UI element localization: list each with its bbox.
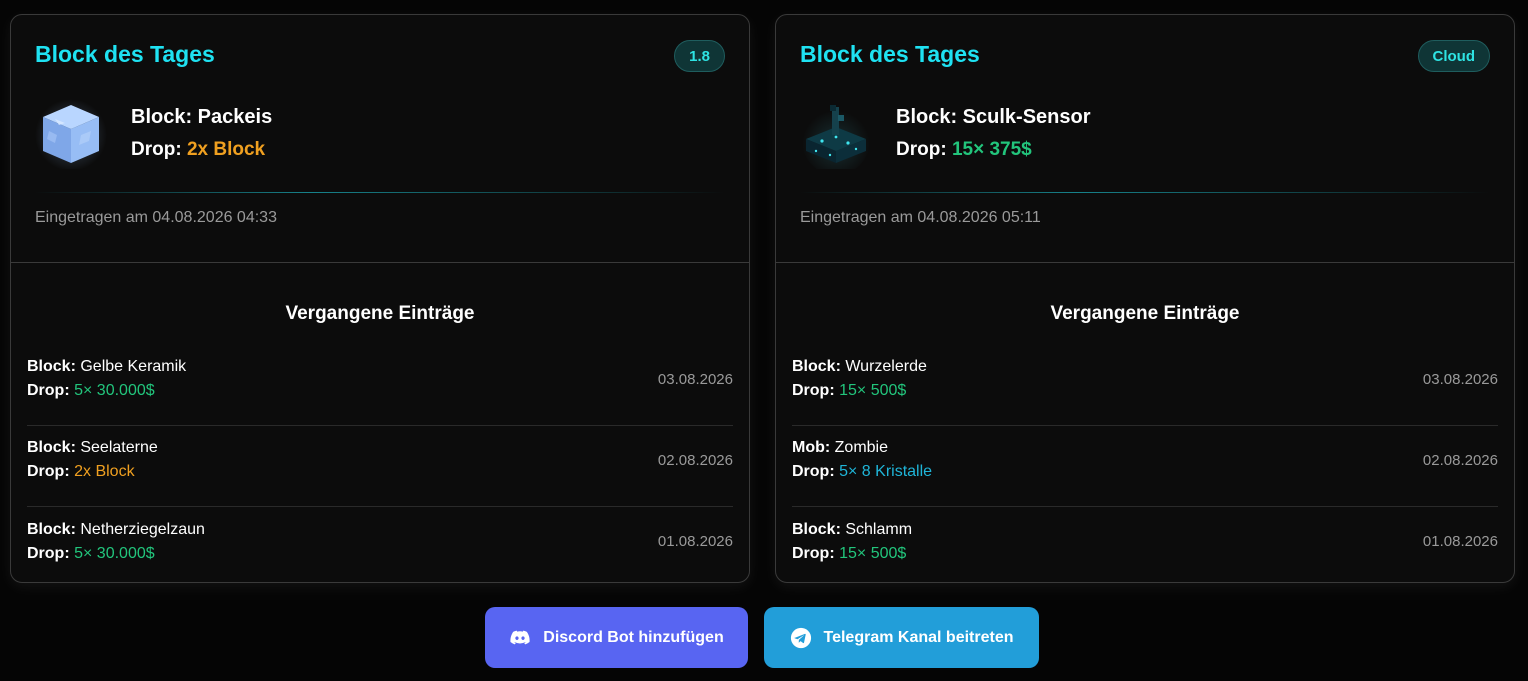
list-item: Block: Schlamm Drop: 15× 500$ 01.08.2026: [792, 507, 1498, 582]
version-badge: Cloud: [1417, 40, 1490, 72]
entry-type: Block:: [27, 520, 76, 538]
entry-drop-label: Drop:: [27, 382, 70, 399]
entry-name: Gelbe Keramik: [80, 358, 187, 375]
past-entries-list: Block: Wurzelerde Drop: 15× 500$ 03.08.2…: [776, 325, 1514, 582]
discord-button-label: Discord Bot hinzufügen: [543, 628, 724, 646]
version-badge: 1.8: [674, 40, 725, 72]
drop-label: Drop:: [131, 138, 182, 160]
drop-label: Drop:: [896, 138, 947, 160]
entry-name: Zombie: [834, 439, 889, 456]
list-item: Block: Netherziegelzaun Drop: 5× 30.000$…: [27, 507, 733, 582]
past-entries-title: Vergangene Einträge: [285, 303, 475, 324]
telegram-icon: [790, 627, 812, 649]
entry-drop: 5× 8 Kristalle: [839, 463, 933, 480]
entry-drop-label: Drop:: [792, 544, 835, 562]
entry-type: Block:: [27, 358, 76, 375]
entry-date: 01.08.2026: [657, 533, 733, 550]
entry-drop: 15× 500$: [839, 544, 907, 562]
today-section: Block des Tages Cloud Block: Sculk-Senso…: [776, 15, 1514, 263]
entry-name: Seelaterne: [80, 439, 158, 456]
action-buttons: Discord Bot hinzufügen Telegram Kanal be…: [485, 607, 1039, 668]
past-entries-list: Block: Gelbe Keramik Drop: 5× 30.000$ 03…: [11, 325, 749, 582]
cards-container: Block des Tages 1.8 Block: Packeis Drop:…: [10, 14, 1515, 583]
entered-timestamp: Eingetragen am 04.08.2026 05:11: [800, 209, 1041, 226]
entry-name: Wurzelerde: [845, 358, 927, 375]
today-section: Block des Tages 1.8 Block: Packeis Drop:…: [11, 15, 749, 263]
packed-ice-icon: [35, 97, 107, 171]
entry-drop: 2x Block: [74, 463, 135, 480]
telegram-button-label: Telegram Kanal beitreten: [823, 628, 1014, 646]
today-block: Block: Packeis Drop: 2x Block: [35, 97, 272, 171]
entry-type: Mob:: [792, 439, 831, 456]
entry-drop: 5× 30.000$: [74, 382, 155, 399]
card-title: Block des Tages: [800, 41, 980, 67]
drop-value: 15× 375$: [951, 138, 1032, 160]
drop-line: Drop: 2x Block: [131, 139, 272, 161]
today-block-info: Block: Sculk-Sensor Drop: 15× 375$: [896, 106, 1091, 161]
sculk-sensor-icon: [800, 97, 872, 175]
discord-bot-button[interactable]: Discord Bot hinzufügen: [485, 607, 748, 668]
drop-line: Drop: 15× 375$: [896, 139, 1091, 161]
entry-type: Block:: [27, 439, 76, 456]
entry-type: Block:: [792, 358, 841, 375]
entry-drop-label: Drop:: [792, 382, 835, 399]
block-name: Block: Packeis: [131, 105, 273, 128]
entry-drop-label: Drop:: [27, 544, 70, 562]
divider: [35, 192, 725, 193]
entry-drop: 15× 500$: [839, 382, 907, 399]
entry-date: 01.08.2026: [1422, 533, 1498, 550]
discord-icon: [509, 627, 531, 649]
entry-drop: 5× 30.000$: [74, 544, 155, 562]
card-title: Block des Tages: [35, 41, 215, 67]
past-entries-title: Vergangene Einträge: [1050, 303, 1240, 324]
entry-type: Block:: [792, 520, 841, 538]
entry-name: Schlamm: [845, 520, 913, 538]
entry-date: 02.08.2026: [1422, 451, 1498, 469]
block-card-1-8: Block des Tages 1.8 Block: Packeis Drop:…: [10, 14, 750, 583]
entered-timestamp: Eingetragen am 04.08.2026 04:33: [35, 209, 277, 226]
entry-drop-label: Drop:: [792, 463, 835, 480]
block-name: Block: Sculk-Sensor: [896, 105, 1091, 128]
today-block: Block: Sculk-Sensor Drop: 15× 375$: [800, 97, 1091, 175]
entry-name: Netherziegelzaun: [80, 520, 205, 538]
entry-date: 02.08.2026: [657, 451, 733, 469]
list-item: Block: Seelaterne Drop: 2x Block 02.08.2…: [27, 426, 733, 507]
today-block-info: Block: Packeis Drop: 2x Block: [131, 106, 272, 161]
block-card-cloud: Block des Tages Cloud Block: Sculk-Senso…: [775, 14, 1515, 583]
entry-drop-label: Drop:: [27, 463, 70, 480]
list-item: Mob: Zombie Drop: 5× 8 Kristalle 02.08.2…: [792, 426, 1498, 507]
entry-date: 03.08.2026: [657, 370, 733, 388]
telegram-channel-button[interactable]: Telegram Kanal beitreten: [764, 607, 1039, 668]
drop-value: 2x Block: [186, 138, 266, 160]
list-item: Block: Gelbe Keramik Drop: 5× 30.000$ 03…: [27, 345, 733, 426]
entry-date: 03.08.2026: [1422, 370, 1498, 388]
divider: [800, 192, 1490, 193]
list-item: Block: Wurzelerde Drop: 15× 500$ 03.08.2…: [792, 345, 1498, 426]
